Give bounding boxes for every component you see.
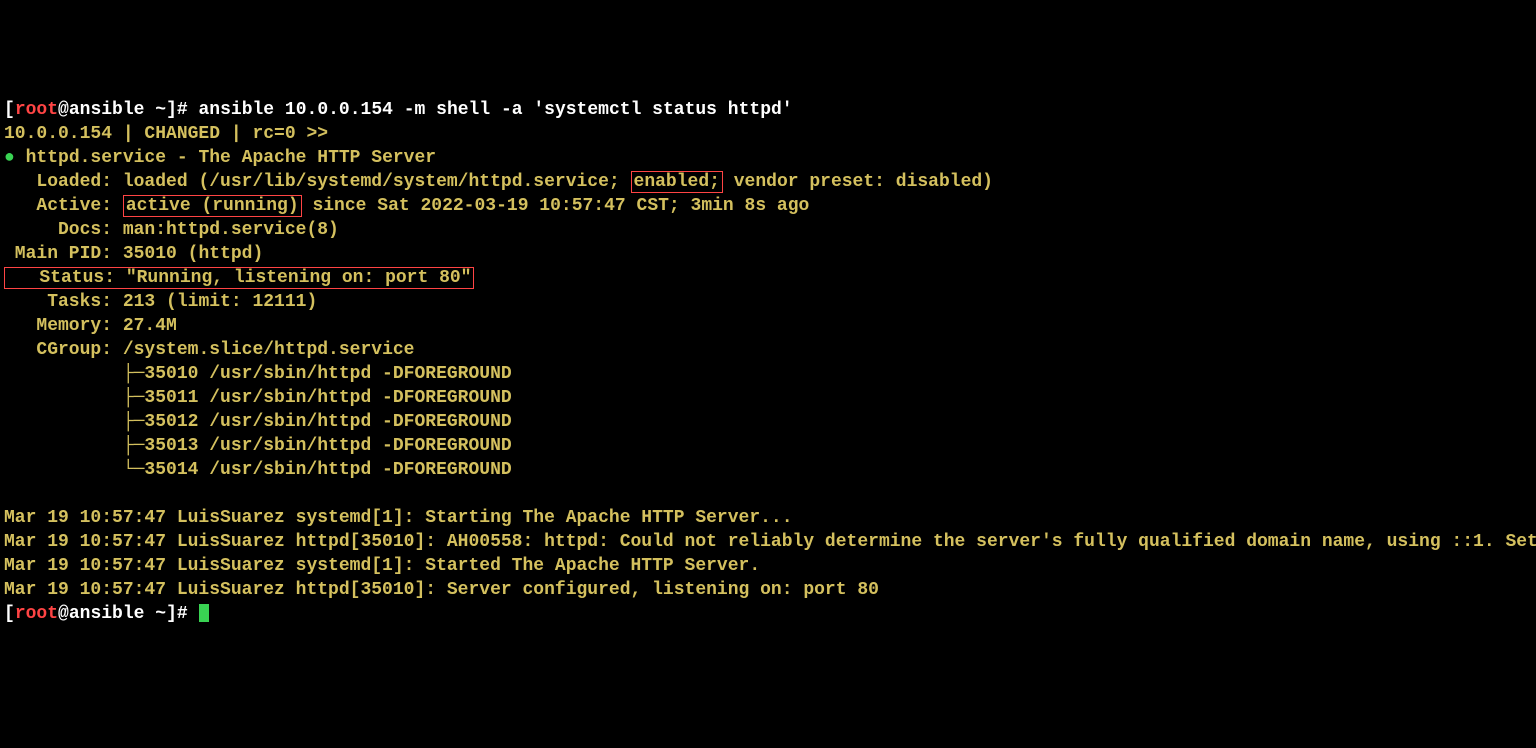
active-label: Active: [4, 196, 123, 216]
prompt-bracket: [ [4, 100, 15, 120]
service-bullet: ● [4, 148, 15, 168]
prompt-at: @ [58, 100, 69, 120]
process-line: ├─35012 /usr/sbin/httpd -DFOREGROUND [4, 412, 512, 432]
log-line: Mar 19 10:57:47 LuisSuarez systemd[1]: S… [4, 556, 760, 576]
log-line: Mar 19 10:57:47 LuisSuarez httpd[35010]:… [4, 580, 879, 600]
cgroup-value: /system.slice/httpd.service [123, 340, 415, 360]
prompt-bracket: ] [166, 604, 177, 624]
loaded-label: Loaded: [4, 172, 123, 192]
tasks-value: 213 (limit: 12111) [123, 292, 317, 312]
memory-value: 27.4M [123, 316, 177, 336]
docs-value: man:httpd.service(8) [123, 220, 339, 240]
log-line: Mar 19 10:57:47 LuisSuarez systemd[1]: S… [4, 508, 793, 528]
process-line: ├─35010 /usr/sbin/httpd -DFOREGROUND [4, 364, 512, 384]
memory-label: Memory: [4, 316, 123, 336]
loaded-post: vendor preset: disabled) [723, 172, 993, 192]
mainpid-value: 35010 (httpd) [123, 244, 263, 264]
ansible-result-header: 10.0.0.154 | CHANGED | rc=0 >> [4, 124, 328, 144]
active-state: active (running) [123, 195, 302, 217]
prompt-user: root [15, 604, 58, 624]
log-line: Mar 19 10:57:47 LuisSuarez httpd[35010]:… [4, 532, 1536, 552]
service-title: httpd.service - The Apache HTTP Server [15, 148, 436, 168]
terminal-output[interactable]: [root@ansible ~]# ansible 10.0.0.154 -m … [4, 98, 1532, 626]
prompt-at: @ [58, 604, 69, 624]
process-line: ├─35013 /usr/sbin/httpd -DFOREGROUND [4, 436, 512, 456]
prompt-bracket: [ [4, 604, 15, 624]
process-line: └─35014 /usr/sbin/httpd -DFOREGROUND [4, 460, 512, 480]
loaded-pre: loaded (/usr/lib/systemd/system/httpd.se… [123, 172, 631, 192]
docs-label: Docs: [4, 220, 123, 240]
active-post: since Sat 2022-03-19 10:57:47 CST; 3min … [302, 196, 810, 216]
status-label: Status: [7, 268, 126, 288]
prompt-user: root [15, 100, 58, 120]
prompt-bracket: ] [166, 100, 177, 120]
prompt-cwd: ~ [144, 100, 166, 120]
mainpid-label: Main PID: [4, 244, 123, 264]
prompt-hash: # [177, 604, 199, 624]
cursor [199, 604, 209, 622]
cgroup-label: CGroup: [4, 340, 123, 360]
tasks-label: Tasks: [4, 292, 123, 312]
command-text: ansible 10.0.0.154 -m shell -a 'systemct… [199, 100, 793, 120]
status-value: "Running, listening on: port 80" [126, 268, 472, 288]
prompt-host: ansible [69, 100, 145, 120]
status-row: Status: "Running, listening on: port 80" [4, 267, 474, 289]
prompt-host: ansible [69, 604, 145, 624]
enabled-badge: enabled; [631, 171, 723, 193]
prompt-hash: # [177, 100, 199, 120]
process-line: ├─35011 /usr/sbin/httpd -DFOREGROUND [4, 388, 512, 408]
prompt-cwd: ~ [144, 604, 166, 624]
